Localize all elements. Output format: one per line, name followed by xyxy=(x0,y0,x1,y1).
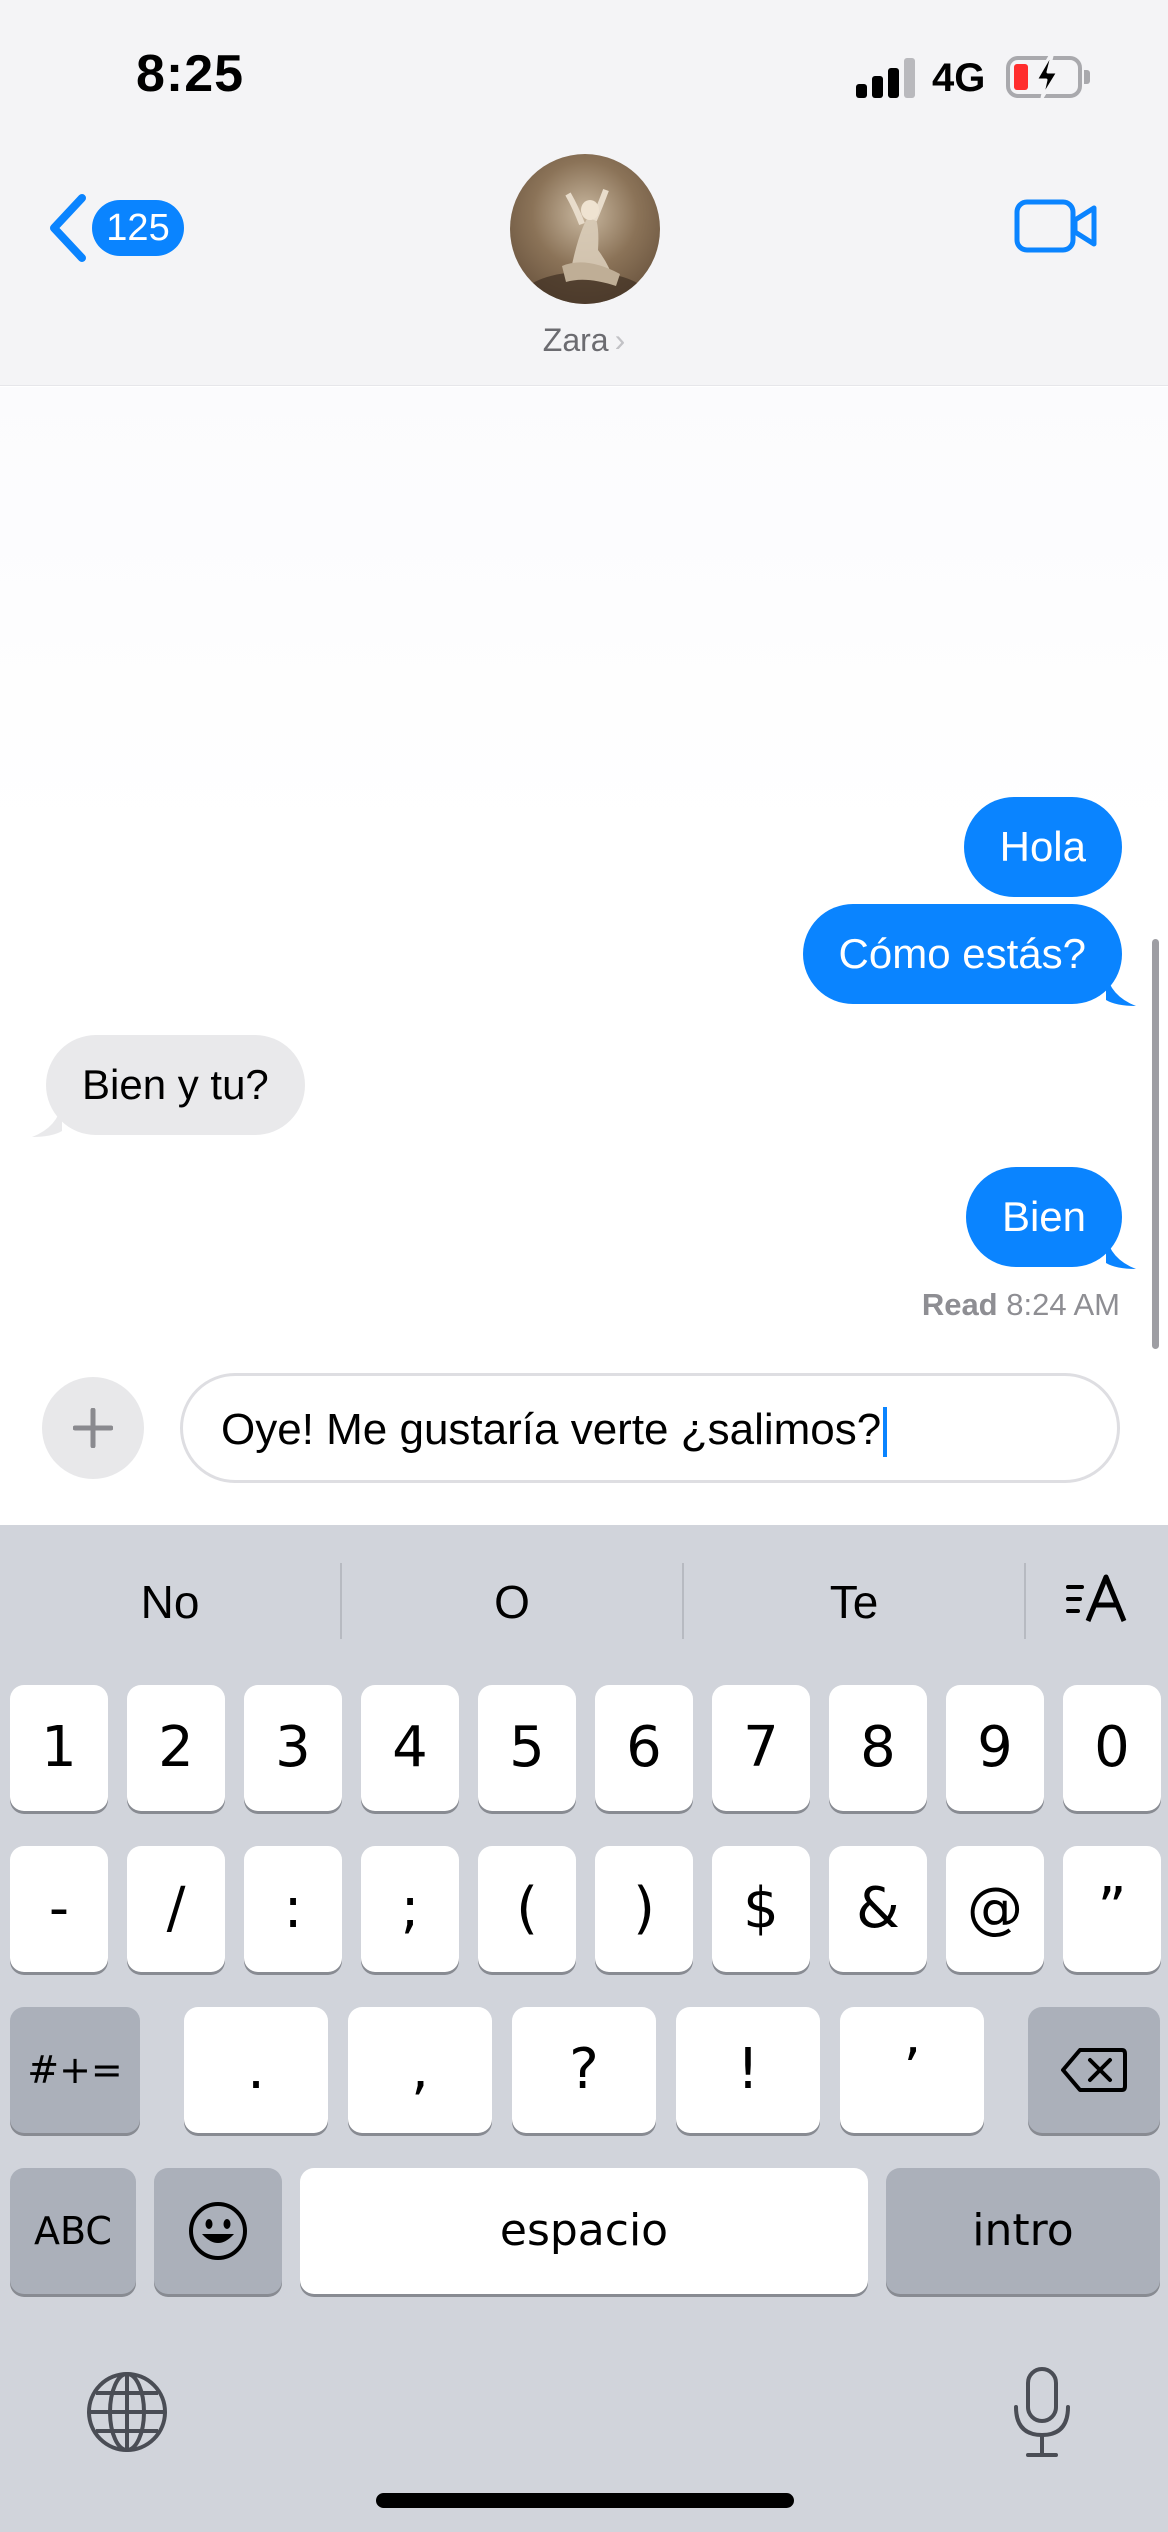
video-camera-icon xyxy=(1014,199,1097,253)
key-5[interactable]: 5 xyxy=(478,1685,576,1811)
message-bubble-outgoing[interactable]: Cómo estás? xyxy=(802,904,1136,1006)
plus-icon xyxy=(73,1408,113,1448)
key-close-paren[interactable]: ) xyxy=(595,1846,693,1972)
sculpture-photo xyxy=(525,188,645,304)
return-key[interactable]: intro xyxy=(886,2168,1160,2294)
key-more-symbols[interactable]: #+= xyxy=(10,2007,140,2133)
microphone-icon xyxy=(1014,2367,1070,2457)
dictation-button[interactable] xyxy=(1002,2363,1082,2463)
key-slash[interactable]: / xyxy=(127,1846,225,1972)
scroll-indicator[interactable] xyxy=(1152,939,1159,1349)
key-comma[interactable]: , xyxy=(348,2007,492,2133)
message-bubble-outgoing[interactable]: Hola xyxy=(963,797,1122,897)
key-quote[interactable]: ” xyxy=(1063,1846,1161,1972)
home-indicator[interactable] xyxy=(376,2493,794,2508)
key-7[interactable]: 7 xyxy=(712,1685,810,1811)
key-at[interactable]: @ xyxy=(946,1846,1044,1972)
contact-name[interactable]: Zara › xyxy=(0,322,1168,359)
key-3[interactable]: 3 xyxy=(244,1685,342,1811)
bubble-tail xyxy=(1106,972,1136,1006)
key-ampersand[interactable]: & xyxy=(829,1846,927,1972)
emoji-key[interactable] xyxy=(154,2168,282,2294)
unread-count-badge: 125 xyxy=(92,200,184,256)
key-dollar[interactable]: $ xyxy=(712,1846,810,1972)
messages-screen: 8:25 4G 125 Zara › Hola Cómo estás? Bien… xyxy=(0,0,1168,2532)
status-time: 8:25 xyxy=(136,45,245,103)
text-format-icon xyxy=(1066,1574,1127,1622)
backspace-icon xyxy=(1061,2048,1127,2092)
smiley-icon xyxy=(189,2202,247,2260)
keyboard: No O Te 1 2 3 4 5 6 7 8 9 0 - / : ; () … xyxy=(0,1525,1168,2532)
space-key[interactable]: espacio xyxy=(300,2168,868,2294)
key-4[interactable]: 4 xyxy=(361,1685,459,1811)
key-9[interactable]: 9 xyxy=(946,1685,1044,1811)
key-abc[interactable]: ABC xyxy=(10,2168,136,2294)
key-hyphen[interactable]: - xyxy=(10,1846,108,1972)
background-haze xyxy=(0,387,1168,837)
message-input-text: Oye! Me gustaría verte ¿salimos? xyxy=(221,1405,882,1454)
suggestion-1[interactable]: No xyxy=(0,1575,340,1635)
text-format-button[interactable] xyxy=(1064,1569,1134,1639)
bubble-tail xyxy=(1106,1235,1136,1269)
globe-icon xyxy=(87,2372,167,2452)
message-bubble-outgoing[interactable]: Bien xyxy=(965,1167,1136,1269)
key-8[interactable]: 8 xyxy=(829,1685,927,1811)
chevron-right-icon: › xyxy=(614,322,626,358)
conversation-header: 8:25 4G 125 Zara › xyxy=(0,0,1168,386)
text-cursor xyxy=(883,1407,888,1458)
chevron-left-icon xyxy=(50,194,86,262)
key-question[interactable]: ? xyxy=(512,2007,656,2133)
suggestion-2[interactable]: O xyxy=(342,1575,682,1635)
delete-key[interactable] xyxy=(1028,2007,1160,2133)
facetime-video-button[interactable] xyxy=(1014,196,1098,256)
message-list[interactable]: Hola Cómo estás? Bien y tu? Bien Read 8:… xyxy=(0,387,1168,1357)
key-0[interactable]: 0 xyxy=(1063,1685,1161,1811)
contact-avatar[interactable] xyxy=(510,154,660,304)
key-1[interactable]: 1 xyxy=(10,1685,108,1811)
bubble-tail xyxy=(32,1103,62,1137)
predictive-text-bar: No O Te xyxy=(0,1525,1168,1675)
key-open-paren[interactable]: ( xyxy=(478,1846,576,1972)
suggestion-divider xyxy=(1024,1563,1026,1639)
key-6[interactable]: 6 xyxy=(595,1685,693,1811)
network-type: 4G xyxy=(932,56,986,100)
back-button[interactable]: 125 xyxy=(44,190,194,266)
key-colon[interactable]: : xyxy=(244,1846,342,1972)
cellular-signal-icon xyxy=(856,58,916,98)
keyboard-switch-button[interactable] xyxy=(84,2369,170,2455)
message-input[interactable]: Oye! Me gustaría verte ¿salimos? xyxy=(180,1373,1120,1483)
battery-charging-icon xyxy=(1006,54,1090,100)
suggestion-3[interactable]: Te xyxy=(684,1575,1024,1635)
key-2[interactable]: 2 xyxy=(127,1685,225,1811)
key-semicolon[interactable]: ; xyxy=(361,1846,459,1972)
message-bubble-incoming[interactable]: Bien y tu? xyxy=(32,1035,305,1137)
apps-plus-button[interactable] xyxy=(42,1377,144,1479)
read-receipt: Read 8:24 AM xyxy=(921,1287,1120,1322)
key-apostrophe[interactable]: ’ xyxy=(840,2007,984,2133)
composer-bar: Oye! Me gustaría verte ¿salimos? xyxy=(0,1357,1168,1525)
key-exclamation[interactable]: ! xyxy=(676,2007,820,2133)
key-period[interactable]: . xyxy=(184,2007,328,2133)
